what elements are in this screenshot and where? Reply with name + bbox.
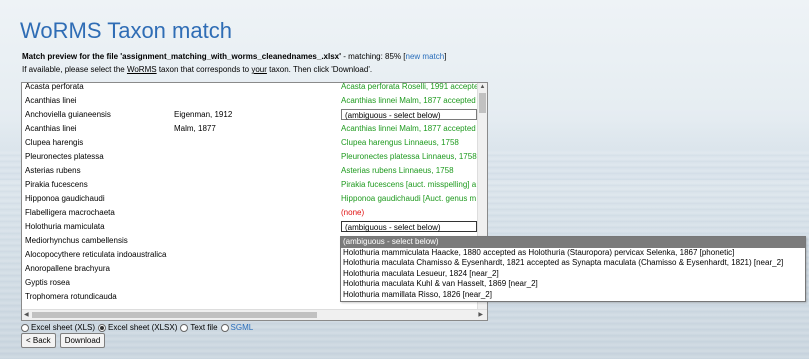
instruction-part-3: taxon. Then click 'Download'. — [266, 65, 373, 74]
worms-match-cell: Hipponoa gaudichaudi [Auct. genus m — [341, 194, 477, 203]
match-select[interactable]: (ambiguous - select below) — [341, 109, 477, 120]
authority-cell: Eigenman, 1912 — [174, 110, 233, 119]
scroll-left-arrow-icon[interactable]: ◀ — [24, 310, 29, 320]
dropdown-option[interactable]: (ambiguous - select below) — [341, 237, 805, 248]
worms-match-cell: Pirakia fucescens [auct. misspelling] a — [341, 180, 477, 189]
worms-match-cell: Acanthias linnei Malm, 1877 accepted — [341, 124, 476, 133]
table-row: Pirakia fucescens Pirakia fucescens [auct… — [22, 178, 477, 192]
table-row: Pleuronectes platessa Pleuronectes plates… — [22, 150, 477, 164]
taxon-name-cell: Trophomera rotundicauda — [25, 292, 117, 301]
horizontal-scroll-thumb[interactable] — [32, 312, 317, 318]
action-buttons: < Back Download — [21, 333, 106, 348]
instruction-part-2: taxon that corresponds to — [156, 65, 252, 74]
table-row: Acanthias linei Malm, 1877 Acanthias linne… — [22, 122, 477, 136]
format-label: Text file — [190, 323, 218, 332]
worms-match-cell: Asterias rubens Linnaeus, 1758 — [341, 166, 454, 175]
intro-text: Match preview for the file 'assignment_m… — [22, 50, 446, 76]
taxon-name-cell: Pleuronectes platessa — [25, 152, 104, 161]
taxon-name-cell: Flabelligera macrochaeta — [25, 208, 115, 217]
back-button[interactable]: < Back — [21, 333, 56, 348]
taxon-name-cell: Acanthias linei — [25, 96, 77, 105]
table-row: Clupea harengis Clupea harengus Linnaeus,… — [22, 136, 477, 150]
format-radio[interactable] — [21, 324, 29, 332]
taxon-name-cell: Pirakia fucescens — [25, 180, 88, 189]
table-row: Holothuria mamiculata (ambiguous - select… — [22, 220, 477, 234]
taxon-name-cell: Alocopocythere reticulata indoaustralica — [25, 250, 167, 259]
taxon-name-cell: Holothuria mamiculata — [25, 222, 105, 231]
taxon-name-cell: Asterias rubens — [25, 166, 81, 175]
match-preview-label: Match preview for the file 'assignment_m… — [22, 52, 342, 61]
format-radio[interactable] — [220, 324, 229, 332]
new-match-link[interactable]: new match — [406, 52, 445, 61]
matching-close: ] — [444, 52, 447, 61]
authority-cell: Malm, 1877 — [174, 124, 216, 133]
taxon-name-cell: Mediorhynchus cambellensis — [25, 236, 128, 245]
taxon-name-cell: Clupea harengis — [25, 138, 84, 147]
table-row: Acasta perforata Acasta perforata Roselli… — [22, 83, 477, 94]
taxon-name-cell: Anoropallene brachyura — [25, 264, 110, 273]
format-label: Excel sheet (XLSX) — [108, 323, 178, 332]
dropdown-option[interactable]: Holothuria mammiculata Haacke, 1880 acce… — [341, 248, 805, 259]
taxon-name-cell: Acanthias linei — [25, 124, 77, 133]
dropdown-option[interactable]: Holothuria maculata Lesueur, 1824 [near_… — [341, 269, 805, 280]
format-label[interactable]: SGML — [231, 322, 254, 334]
dropdown-option[interactable]: Holothuria maculata Kuhl & van Hasselt, … — [341, 279, 805, 290]
match-select[interactable]: (ambiguous - select below) — [341, 221, 477, 232]
taxon-name-cell: Hipponoa gaudichaudi — [25, 194, 105, 203]
instruction-part-1: If available, please select the — [22, 65, 127, 74]
taxon-name-cell: Acasta perforata — [25, 83, 84, 91]
scroll-up-arrow-icon[interactable]: ▲ — [478, 83, 487, 92]
table-row: Flabelligera macrochaeta (none) — [22, 206, 477, 220]
taxon-name-cell: Gyptis rosea — [25, 278, 70, 287]
horizontal-scrollbar[interactable]: ◀ ▶ — [22, 309, 487, 320]
worms-word: WoRMS — [126, 65, 157, 74]
page-title: WoRMS Taxon match — [20, 18, 232, 43]
dropdown-option[interactable]: Holothuria mamillata Risso, 1826 [near_2… — [341, 290, 805, 301]
dropdown-option[interactable]: Holothuria maculata Chamisso & Eysenhard… — [341, 258, 805, 269]
worms-match-cell: Clupea harengus Linnaeus, 1758 — [341, 138, 459, 147]
worms-match-cell: Pleuronectes platessa Linnaeus, 1758 — [341, 152, 477, 161]
matching-percent: - matching: 85% [ — [341, 52, 406, 61]
format-radio[interactable] — [180, 324, 189, 332]
format-radio[interactable] — [98, 324, 107, 332]
taxon-name-cell: Anchoviella guianeensis — [25, 110, 111, 119]
table-row: Hipponoa gaudichaudi Hipponoa gaudichaudi… — [22, 192, 477, 206]
download-button[interactable]: Download — [59, 333, 106, 348]
table-row: Asterias rubens Asterias rubens Linnaeus,… — [22, 164, 477, 178]
taxon-select-dropdown[interactable]: (ambiguous - select below) Holothuria mam… — [340, 236, 806, 302]
worms-match-cell: Acasta perforata Roselli, 1991 accepted — [341, 83, 477, 91]
table-row: Anchoviella guianeensis Eigenman, 1912 (am… — [22, 108, 477, 122]
table-row: Acanthias linei Acanthias linnei Malm, 18… — [22, 94, 477, 108]
vertical-scroll-thumb[interactable] — [479, 93, 486, 113]
no-match-cell: (none) — [341, 208, 365, 217]
your-word: your — [251, 65, 267, 74]
scroll-right-arrow-icon[interactable]: ▶ — [478, 310, 483, 320]
worms-match-cell: Acanthias linnei Malm, 1877 accepted — [341, 96, 476, 105]
